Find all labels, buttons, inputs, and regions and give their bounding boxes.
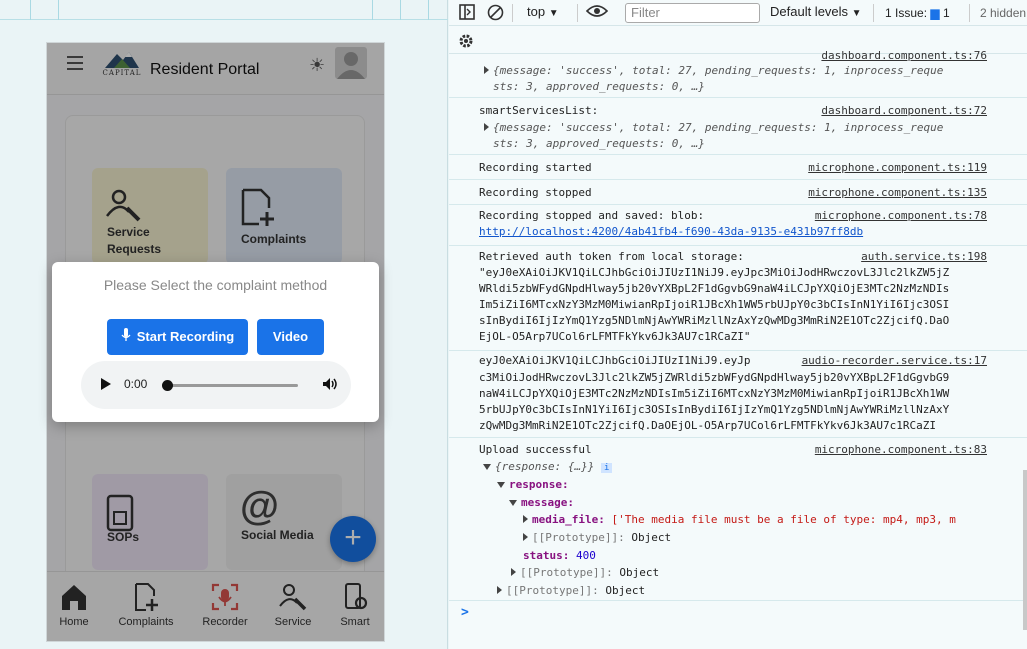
console-log-entry: Retrieved auth token from local storage:… — [449, 247, 1027, 351]
log-source-link[interactable]: microphone.component.ts:83 — [815, 441, 987, 459]
context-select[interactable]: top ▼ — [527, 4, 559, 19]
log-source-link[interactable]: microphone.component.ts:119 — [808, 161, 987, 174]
tree-root[interactable]: {response: {…}} i — [483, 458, 613, 478]
console-prompt[interactable]: > — [461, 605, 469, 620]
tree-prototype[interactable]: [[Prototype]]: Object — [497, 582, 645, 600]
console-log-entry: dashboard.component.ts:76 {message: 'suc… — [449, 49, 1027, 98]
tree-key: [[Prototype]]: — [532, 531, 625, 544]
log-message: Recording stopped — [479, 186, 592, 199]
issues-count: 1 — [942, 6, 950, 20]
video-button[interactable]: Video — [257, 319, 324, 355]
tree-value: Object — [605, 584, 646, 597]
log-source-link[interactable]: audio-recorder.service.ts:17 — [802, 354, 987, 367]
hidden-count: 2 hidden — [980, 6, 1027, 20]
tree-status: status: 400 — [523, 547, 596, 565]
audio-player: 0:00 — [81, 361, 351, 409]
console-toolbar: top ▼ Filter Default levels ▼ 1 Issue: ▆… — [449, 0, 1027, 26]
tree-value: Object — [619, 566, 660, 579]
log-object-text: {message: 'success', total: 27, pending_… — [493, 64, 944, 93]
tree-message[interactable]: message: — [509, 494, 574, 512]
console-log-entry: smartServicesList: dashboard.component.t… — [449, 99, 1027, 155]
volume-icon[interactable] — [321, 375, 339, 398]
gear-icon[interactable] — [457, 32, 475, 53]
levels-dropdown[interactable]: Default levels ▼ — [770, 4, 862, 19]
log-message: Recording started — [479, 161, 592, 174]
seek-handle[interactable] — [162, 380, 173, 391]
dropdown-icon: ▼ — [548, 8, 559, 19]
tree-key: media_file: — [532, 513, 605, 526]
log-source-link[interactable]: microphone.component.ts:78 — [815, 209, 987, 222]
tree-media-file[interactable]: media_file: ['The media file must be a f… — [523, 511, 956, 529]
microphone-icon — [121, 320, 131, 356]
token-text: c3MiOiJodHRwczovL3Jlc2lkZW5jZWRldi5zbWFy… — [479, 371, 950, 432]
device-ruler — [0, 0, 448, 20]
tree-root-text: {response: {…}} — [495, 460, 595, 473]
complaint-method-dialog: Please Select the complaint method Start… — [52, 262, 379, 422]
sidebar-toggle-icon[interactable] — [459, 4, 475, 23]
media-file-error: ['The media file must be a file of type:… — [611, 513, 956, 526]
console-scrollbar[interactable] — [1023, 470, 1027, 630]
tree-key: message: — [521, 496, 574, 509]
tree-value: Object — [631, 531, 672, 544]
start-recording-button[interactable]: Start Recording — [107, 319, 248, 355]
context-label: top — [527, 4, 546, 19]
log-source-link[interactable]: auth.service.ts:198 — [861, 250, 987, 263]
levels-label: Default levels — [770, 4, 849, 19]
tree-key: [[Prototype]]: — [520, 566, 613, 579]
message-icon: ▆ — [930, 6, 940, 20]
log-object[interactable]: {message: 'success', total: 27, pending_… — [484, 63, 943, 95]
log-source-link[interactable]: dashboard.component.ts:76 — [821, 49, 987, 62]
log-source-link[interactable]: dashboard.component.ts:72 — [821, 104, 987, 117]
dialog-title: Please Select the complaint method — [103, 277, 328, 293]
app-preview-pane: CAPITAL Resident Portal ☀ Service Reques… — [0, 0, 448, 649]
console-log-entry: Upload successful microphone.component.t… — [449, 439, 1027, 601]
start-recording-label: Start Recording — [136, 329, 235, 344]
tree-prototype[interactable]: [[Prototype]]: Object — [511, 564, 659, 582]
issues-label: 1 Issue: — [885, 6, 928, 20]
log-message: Upload successful — [479, 443, 592, 456]
seek-track[interactable] — [166, 384, 298, 387]
console-log-entry: Recording stopped and saved: blob: micro… — [449, 206, 1027, 246]
console-log-entry: Recording started microphone.component.t… — [449, 156, 1027, 180]
issues-button[interactable]: 1 Issue: ▆ 1 — [885, 6, 950, 20]
tree-prototype[interactable]: [[Prototype]]: Object — [523, 529, 671, 547]
eye-icon[interactable] — [585, 3, 609, 22]
log-object-text: {message: 'success', total: 27, pending_… — [493, 121, 944, 150]
console-log-entry: Recording stopped microphone.component.t… — [449, 181, 1027, 205]
play-icon[interactable] — [101, 378, 111, 390]
auth-token-text: "eyJ0eXAiOiJKV1QiLCJhbGciOiJIUzI1NiJ9.ey… — [479, 266, 950, 343]
filter-input[interactable]: Filter — [625, 3, 760, 23]
status-value: 400 — [575, 549, 596, 562]
devtools-console: top ▼ Filter Default levels ▼ 1 Issue: ▆… — [449, 0, 1027, 649]
clear-console-icon[interactable] — [487, 4, 504, 24]
console-log-entry: eyJ0eXAiOiJKV1QiLCJhbGciOiJIUzI1NiJ9.eyJ… — [449, 352, 1027, 438]
info-badge-icon: i — [600, 463, 613, 473]
tree-key: status: — [523, 549, 570, 562]
log-message: Recording stopped and saved: blob: — [479, 209, 705, 222]
log-source-link[interactable]: microphone.component.ts:135 — [808, 186, 987, 199]
dropdown-icon: ▼ — [851, 8, 862, 19]
player-time: 0:00 — [124, 377, 148, 391]
log-object[interactable]: {message: 'success', total: 27, pending_… — [484, 120, 943, 152]
tree-key: [[Prototype]]: — [506, 584, 599, 597]
log-message: eyJ0eXAiOiJKV1QiLCJhbGciOiJIUzI1NiJ9.eyJ… — [479, 354, 751, 367]
blob-url-link[interactable]: http://localhost:4200/4ab41fb4-f690-43da… — [479, 225, 863, 238]
tree-response[interactable]: response: — [497, 476, 569, 494]
log-message: smartServicesList: — [479, 104, 599, 117]
log-message: Retrieved auth token from local storage: — [479, 250, 744, 263]
tree-key: response: — [509, 478, 569, 491]
